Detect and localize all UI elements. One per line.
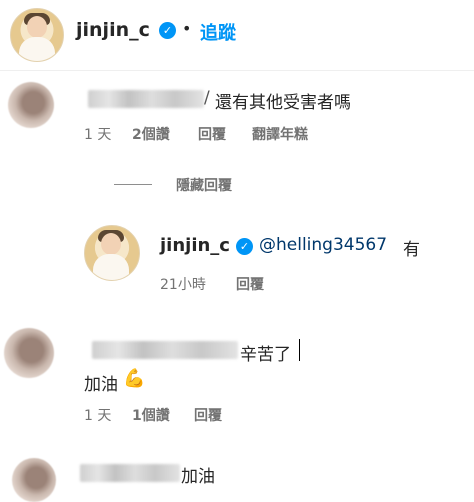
reply-username[interactable]: jinjin_c: [160, 235, 230, 256]
redaction-edge: /: [204, 88, 210, 108]
reply-button[interactable]: 回覆: [194, 405, 222, 425]
redacted-username: [88, 90, 204, 108]
mention-link[interactable]: @helling34567: [259, 235, 387, 255]
reply-button[interactable]: 回覆: [198, 124, 226, 144]
hide-replies-button[interactable]: 隱藏回覆: [176, 175, 232, 195]
header-divider: [0, 70, 474, 71]
header-avatar[interactable]: [10, 8, 64, 62]
verified-badge-icon: ✓: [159, 22, 176, 39]
translate-button[interactable]: 翻譯年糕: [252, 124, 308, 144]
reply-time[interactable]: 21小時: [160, 274, 206, 294]
comment-likes[interactable]: 1個讚: [132, 405, 170, 425]
comment-avatar[interactable]: [12, 458, 56, 502]
verified-badge-icon: ✓: [236, 238, 253, 255]
follow-button[interactable]: 追蹤: [200, 19, 236, 45]
header-username[interactable]: jinjin_c: [76, 19, 150, 41]
text-cursor: [299, 339, 300, 361]
comment-avatar[interactable]: [4, 328, 54, 378]
flexed-biceps-icon: 💪: [123, 368, 146, 389]
comment-time[interactable]: 1 天: [84, 124, 111, 144]
comment-text: 還有其他受害者嗎: [215, 93, 351, 113]
reply-button[interactable]: 回覆: [236, 274, 264, 294]
separator-dot: •: [182, 19, 192, 38]
replies-line: [114, 184, 152, 185]
comment-time[interactable]: 1 天: [84, 405, 111, 425]
redacted-username: [80, 464, 180, 482]
comment-text-line2: 加油: [84, 375, 118, 395]
reply-text: 有: [403, 240, 420, 260]
reply-avatar[interactable]: [84, 225, 140, 281]
comment-avatar[interactable]: [8, 82, 54, 128]
redacted-username: [92, 341, 238, 359]
comment-likes[interactable]: 2個讚: [132, 124, 170, 144]
comment-text: 加油: [181, 467, 215, 487]
comment-text: 辛苦了: [240, 345, 291, 365]
